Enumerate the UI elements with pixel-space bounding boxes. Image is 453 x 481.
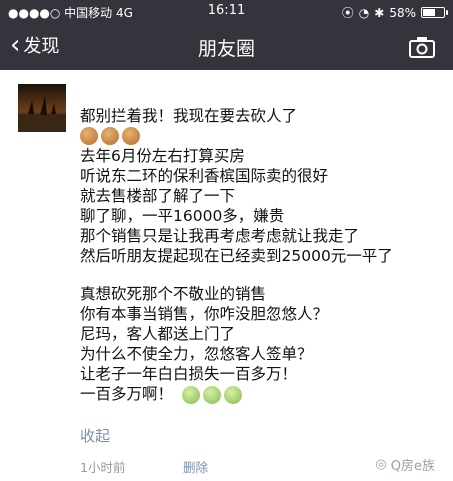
- post-time: 1小时前: [80, 460, 126, 475]
- emoji-row: [181, 385, 242, 404]
- battery-percent: 58%: [389, 5, 416, 20]
- post-line: 为什么不使全力，忽悠客人签单？: [80, 345, 313, 363]
- crying-face-icon: [181, 385, 200, 404]
- post-line: 你有本事当销售，你咋没胆忽悠人？: [80, 305, 329, 323]
- post-line: 都别拦着我！我现在要去砍人了: [80, 107, 298, 125]
- post-line: 聊了聊，一平16000多，嫌贵: [80, 207, 285, 225]
- post-content: 都别拦着我！我现在要去砍人了 去年6月份左右打算买房 听说东二环的保利香槟国际卖…: [80, 106, 445, 404]
- page-title: 朋友圈: [197, 38, 255, 60]
- post-line: 去年6月份左右打算买房: [80, 147, 245, 165]
- post-line: 然后听朋友提起现在已经卖到25000元一平了: [80, 247, 393, 265]
- location-icon: ⦿: [341, 6, 354, 20]
- watermark: ◎ Q房e族: [375, 455, 435, 474]
- avatar[interactable]: [18, 84, 66, 132]
- angry-face-icon: [122, 127, 140, 145]
- crying-face-icon: [223, 385, 242, 404]
- post-line: 尼玛，客人都送上门了: [80, 325, 236, 343]
- emoji-row: [80, 126, 445, 146]
- battery-fill: [423, 9, 435, 16]
- post-line: 就去售楼部了解了一下: [80, 187, 236, 205]
- post-line: 听说东二环的保利香槟国际卖的很好: [80, 167, 329, 185]
- camera-icon[interactable]: [409, 36, 435, 58]
- battery-icon: [421, 7, 448, 18]
- angry-face-icon: [101, 127, 119, 145]
- delete-link[interactable]: 删除: [183, 457, 208, 476]
- nav-bar: ‹ 发现 朋友圈: [0, 22, 453, 70]
- angry-face-icon: [80, 127, 98, 145]
- status-right: ⦿ ◔ ✱ 58%: [341, 4, 448, 21]
- alarm-icon: ◔: [358, 5, 370, 20]
- post-line: 那个销售只是让我再考虑考虑就让我走了: [80, 227, 360, 245]
- crying-face-icon: [202, 385, 221, 404]
- post-line-last: 一百多万啊！: [80, 384, 445, 404]
- bluetooth-icon: ✱: [374, 5, 385, 20]
- watermark-text: Q房e族: [390, 459, 435, 474]
- moment-post: 都别拦着我！我现在要去砍人了 去年6月份左右打算买房 听说东二环的保利香槟国际卖…: [0, 70, 453, 481]
- post-line: 让老子一年白白损失一百多万！: [80, 365, 298, 383]
- post-line: 真想砍死那个不敬业的销售: [80, 285, 267, 303]
- status-bar: ●●●●○ 中国移动 4G 16:11 ⦿ ◔ ✱ 58%: [0, 0, 453, 22]
- collapse-link[interactable]: 收起: [80, 425, 110, 446]
- post-line: 一百多万啊！: [80, 385, 174, 403]
- wechat-icon: ◎: [375, 457, 387, 472]
